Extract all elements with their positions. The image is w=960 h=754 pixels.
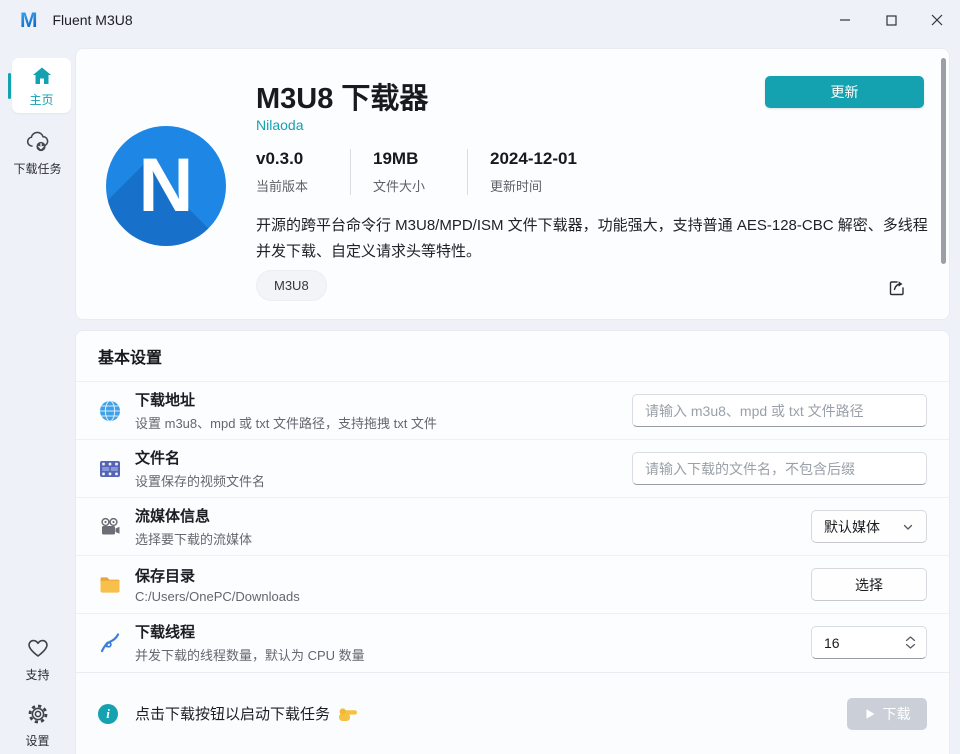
- sidebar-item-label: 下载任务: [13, 162, 62, 176]
- chevron-down-icon: [903, 524, 913, 530]
- setting-subtitle: 并发下载的线程数量，默认为 CPU 数量: [135, 648, 365, 663]
- tag-m3u8[interactable]: M3U8: [256, 270, 327, 301]
- setting-subtitle: 设置 m3u8、mpd 或 txt 文件路径，支持拖拽 txt 文件: [135, 416, 437, 431]
- thread-count-stepper[interactable]: [811, 626, 927, 659]
- cloud-download-icon: [26, 131, 48, 152]
- active-indicator: [8, 72, 11, 99]
- close-icon: [931, 14, 943, 26]
- chevron-down-icon: [905, 643, 916, 649]
- app-description: 开源的跨平台命令行 M3U8/MPD/ISM 文件下载器，功能强大，支持普通 A…: [256, 217, 928, 261]
- filename-input[interactable]: [632, 452, 927, 485]
- share-icon: [889, 281, 904, 296]
- sidebar-item-support[interactable]: 支持: [0, 636, 75, 683]
- movie-camera-icon: [101, 517, 120, 534]
- chevron-up-icon: [905, 636, 916, 642]
- titlebar: M Fluent M3U8: [0, 0, 960, 40]
- page-title: M3U8 下载器: [256, 83, 429, 115]
- download-action-bar: i 点击下载按钮以启动下载任务 下载: [76, 672, 949, 754]
- sidebar: 主页 下载任务 支持 设置: [0, 40, 75, 754]
- setting-title: 保存目录: [135, 568, 196, 585]
- film-icon: [100, 460, 120, 477]
- section-title: 基本设置: [98, 350, 163, 367]
- stat-filesize: 19MB 文件大小: [373, 149, 426, 194]
- maximize-button[interactable]: [868, 0, 914, 40]
- author-link[interactable]: Nilaoda: [256, 117, 303, 133]
- setting-title: 文件名: [135, 450, 181, 467]
- divider: [350, 149, 351, 195]
- app-icon-letter: N: [138, 143, 194, 228]
- setting-row-save-directory: 保存目录 C:/Users/OnePC/Downloads 选择: [76, 555, 949, 613]
- download-button-label: 下载: [882, 705, 911, 722]
- media-select[interactable]: 默认媒体: [811, 510, 927, 543]
- setting-title: 下载线程: [135, 624, 196, 641]
- sidebar-item-label: 支持: [25, 668, 50, 682]
- folder-icon: [100, 576, 120, 593]
- minimize-button[interactable]: [822, 0, 868, 40]
- minimize-icon: [840, 19, 850, 21]
- info-icon: i: [98, 703, 118, 724]
- stat-updated: 2024-12-01 更新时间: [490, 149, 577, 194]
- home-icon: [32, 67, 51, 84]
- download-url-input[interactable]: [632, 394, 927, 427]
- play-icon: [866, 708, 874, 719]
- stat-version: v0.3.0 当前版本: [256, 149, 309, 194]
- sidebar-item-home[interactable]: 主页: [0, 58, 75, 113]
- pointing-right-icon: [339, 707, 358, 721]
- media-select-value: 默认媒体: [824, 518, 880, 535]
- basic-settings-card: 基本设置 下载地址 设置 m3u8、mpd 或 txt 文件路径，支持拖拽 tx…: [75, 330, 950, 754]
- setting-row-threads: 下载线程 并发下载的线程数量，默认为 CPU 数量: [76, 613, 949, 671]
- download-hint: 点击下载按钮以启动下载任务: [135, 703, 358, 724]
- scrollbar-thumb[interactable]: [941, 58, 946, 264]
- window-controls: [822, 0, 960, 40]
- sidebar-item-download-tasks[interactable]: 下载任务: [0, 128, 75, 177]
- update-button[interactable]: 更新: [765, 76, 924, 108]
- app-logo-icon: M: [20, 8, 38, 32]
- heart-icon: [27, 639, 48, 657]
- globe-icon: [100, 399, 120, 422]
- gear-icon: [28, 704, 47, 724]
- setting-row-stream-info: 流媒体信息 选择要下载的流媒体 默认媒体: [76, 497, 949, 555]
- choose-directory-button[interactable]: 选择: [811, 568, 927, 601]
- stepper-arrows[interactable]: [905, 636, 916, 649]
- sidebar-item-label: 主页: [29, 92, 54, 107]
- app-title: Fluent M3U8: [52, 12, 133, 28]
- app-info-card: 更新 N M3U8 下载器 Nilaoda v0.3.0 当前版本 19MB 文…: [75, 48, 950, 320]
- setting-row-filename: 文件名 设置保存的视频文件名: [76, 439, 949, 497]
- setting-subtitle: 设置保存的视频文件名: [135, 474, 266, 489]
- setting-title: 流媒体信息: [135, 508, 211, 525]
- download-button[interactable]: 下载: [847, 697, 927, 730]
- setting-subtitle: 选择要下载的流媒体: [135, 532, 253, 547]
- setting-subtitle: C:/Users/OnePC/Downloads: [135, 589, 300, 604]
- thread-count-input[interactable]: [824, 634, 905, 651]
- divider: [467, 149, 468, 195]
- setting-title: 下载地址: [135, 392, 196, 409]
- close-button[interactable]: [914, 0, 960, 40]
- app-icon: N: [106, 126, 226, 246]
- app-window: M Fluent M3U8 主页 下载任务 支持 设置 更新 N M3U8 下载…: [0, 0, 960, 754]
- setting-row-download-url: 下载地址 设置 m3u8、mpd 或 txt 文件路径，支持拖拽 txt 文件: [76, 381, 949, 439]
- thread-icon: [100, 632, 120, 652]
- maximize-icon: [885, 14, 897, 26]
- share-button[interactable]: [882, 272, 912, 302]
- app-stats: v0.3.0 当前版本 19MB 文件大小 2024-12-01 更新时间: [256, 149, 577, 195]
- sidebar-item-label: 设置: [25, 734, 50, 748]
- sidebar-item-settings[interactable]: 设置: [0, 702, 75, 749]
